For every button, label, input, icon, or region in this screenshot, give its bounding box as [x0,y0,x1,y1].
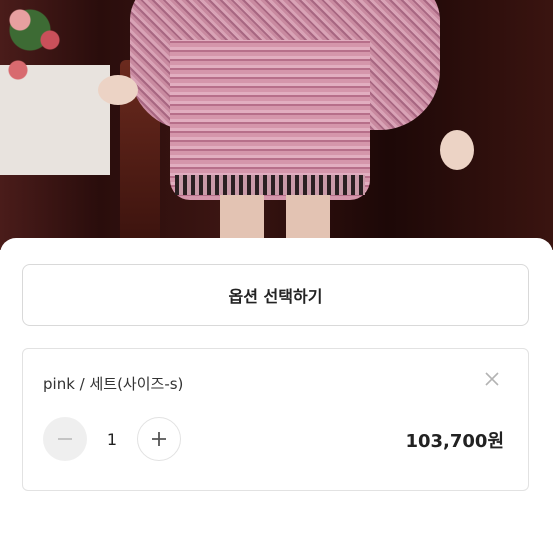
remove-option-button[interactable] [482,369,502,389]
model-hand-left [98,75,138,105]
decrease-quantity-button[interactable] [43,417,87,461]
increase-quantity-button[interactable] [137,417,181,461]
flowers-decoration [0,0,70,110]
quantity-stepper: 1 [43,417,181,461]
selected-option-name: pink / 세트(사이즈-s) [43,375,184,393]
option-price: 103,700원 [405,431,504,452]
option-bottom-sheet: 옵션 선택하기 pink / 세트(사이즈-s) 1 103,700원 [0,238,553,553]
option-select-label: 옵션 선택하기 [228,287,323,306]
plus-icon [152,432,166,446]
selected-option-card: pink / 세트(사이즈-s) 1 103,700원 [22,348,529,491]
model-hand-right [440,130,474,170]
quantity-value: 1 [106,429,118,449]
minus-icon [58,438,72,440]
skirt-hem [175,175,365,195]
product-image [0,0,553,250]
close-icon [485,372,499,386]
option-select-button[interactable]: 옵션 선택하기 [22,264,529,326]
